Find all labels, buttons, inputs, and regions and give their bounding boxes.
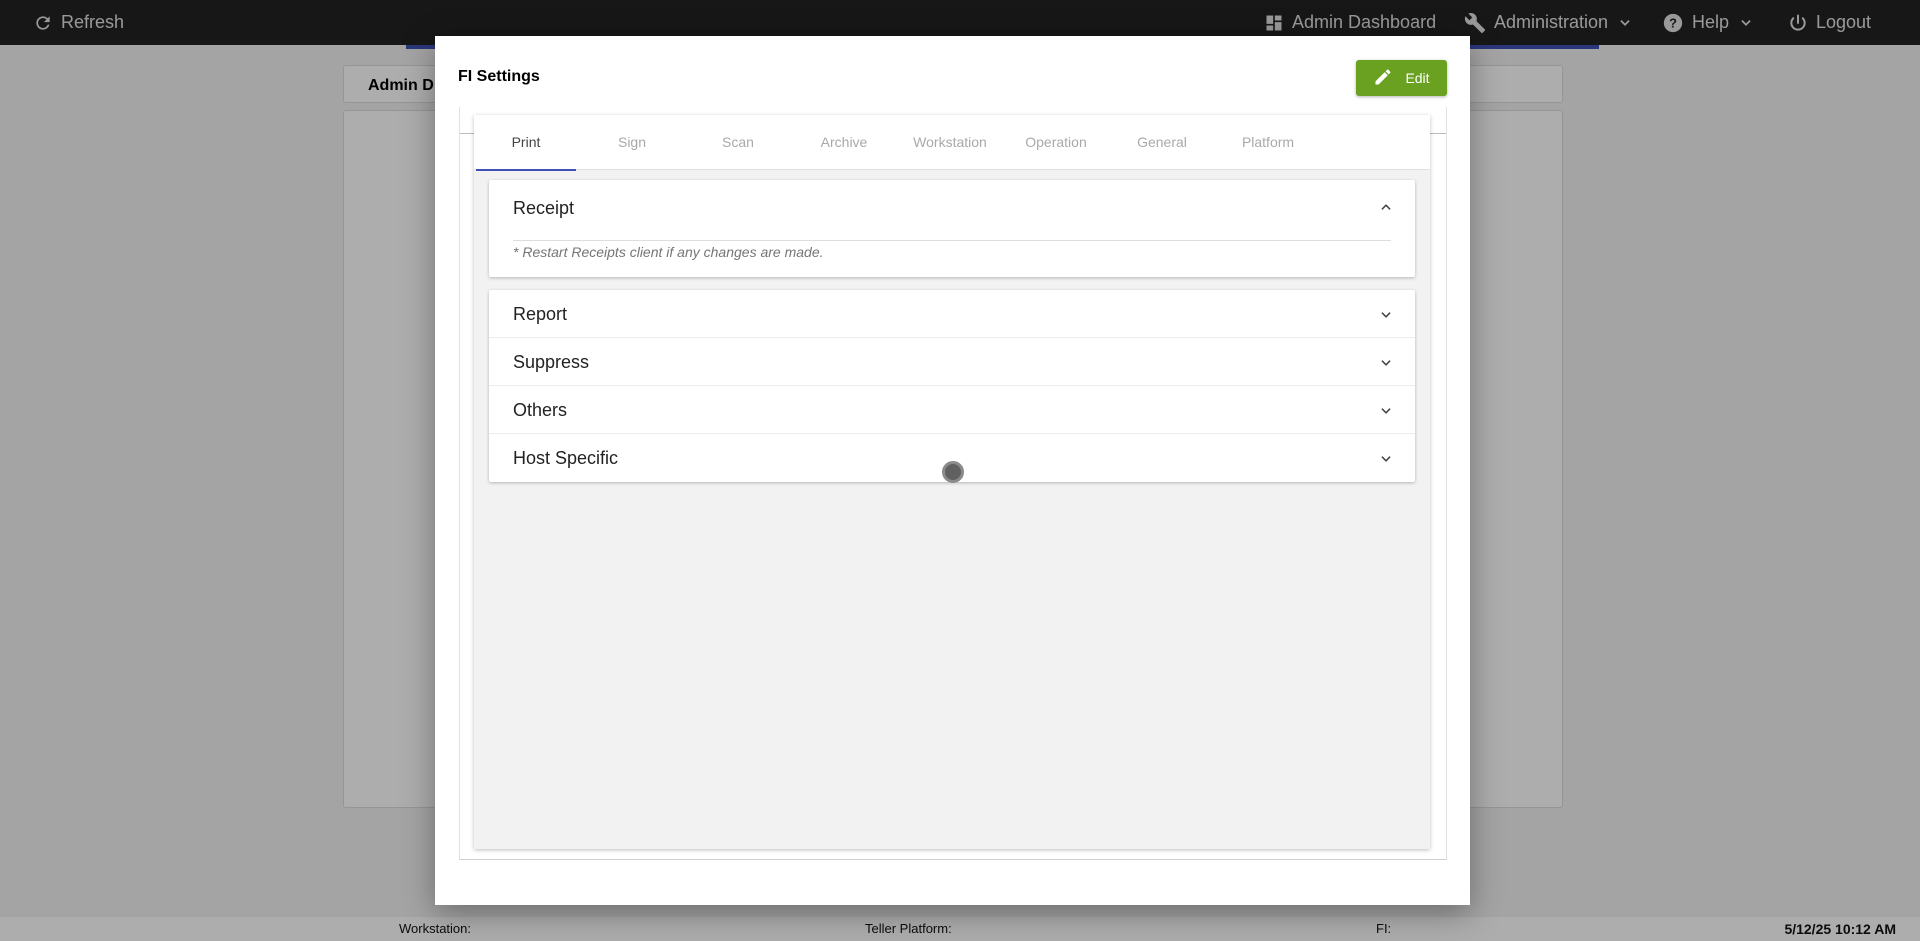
report-section-header[interactable]: Report: [489, 290, 1415, 338]
chevron-down-icon: [1379, 308, 1393, 327]
tab-archive[interactable]: Archive: [794, 115, 894, 170]
edit-label: Edit: [1405, 70, 1430, 86]
tab-general[interactable]: General: [1112, 115, 1212, 170]
chevron-down-icon: [1379, 404, 1393, 423]
edit-button[interactable]: Edit: [1356, 60, 1447, 96]
section-label: Report: [513, 304, 568, 324]
others-section-header[interactable]: Others: [489, 386, 1415, 434]
mouse-cursor-indicator: [942, 461, 964, 483]
section-label: Others: [513, 400, 568, 420]
chevron-up-icon[interactable]: [1379, 200, 1393, 219]
tab-platform[interactable]: Platform: [1218, 115, 1318, 170]
tab-scan[interactable]: Scan: [688, 115, 788, 170]
chevron-down-icon: [1379, 452, 1393, 471]
receipt-panel-header[interactable]: Receipt: [513, 198, 574, 219]
settings-accordion: Report Suppress Others Host Specific: [489, 290, 1415, 482]
tab-operation[interactable]: Operation: [1006, 115, 1106, 170]
settings-tabs: Print Sign Scan Archive Workstation Oper…: [474, 115, 1430, 171]
tab-sign[interactable]: Sign: [582, 115, 682, 170]
dialog-title: FI Settings: [458, 68, 540, 85]
receipt-restart-note: * Restart Receipts client if any changes…: [513, 244, 824, 260]
receipt-panel: Receipt * Restart Receipts client if any…: [489, 180, 1415, 277]
chevron-down-icon: [1379, 356, 1393, 375]
section-label: Suppress: [513, 352, 590, 372]
tab-workstation[interactable]: Workstation: [900, 115, 1000, 170]
tab-print[interactable]: Print: [476, 115, 576, 171]
divider: [513, 240, 1391, 241]
section-label: Host Specific: [513, 448, 619, 468]
pencil-icon: [1373, 67, 1393, 90]
suppress-section-header[interactable]: Suppress: [489, 338, 1415, 386]
